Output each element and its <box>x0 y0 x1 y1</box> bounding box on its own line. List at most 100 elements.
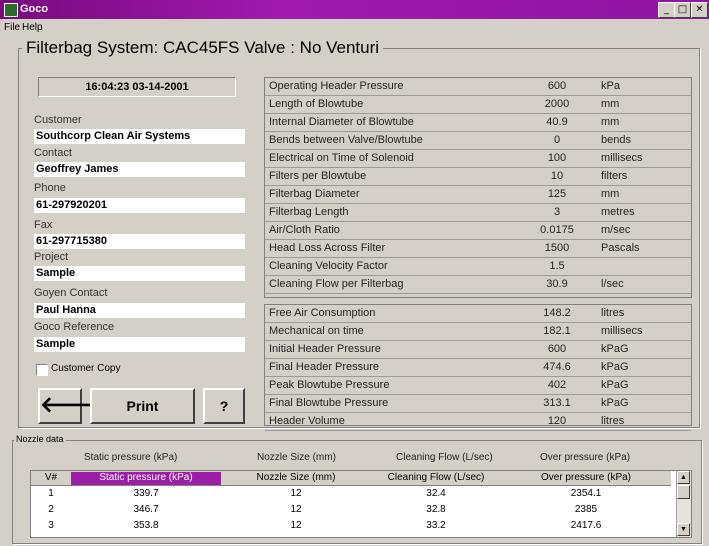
nozzle-cell[interactable]: 339.7 <box>71 488 221 499</box>
param-unit: mm <box>601 98 620 110</box>
param-row: Operating Header Pressure 600 kPa <box>265 79 691 96</box>
checkbox-box[interactable] <box>36 364 48 376</box>
param-unit: m/sec <box>601 224 631 236</box>
goyen-contact-field[interactable]: Paul Hanna <box>34 303 245 318</box>
result-value: 402 <box>547 379 567 391</box>
result-value: 600 <box>547 343 567 355</box>
nozzle-cell[interactable]: 1 <box>31 488 71 499</box>
nozzle-cell[interactable]: 2417.6 <box>501 520 671 531</box>
phone-label: Phone <box>34 182 66 194</box>
param-unit: mm <box>601 188 620 200</box>
result-row: Header Volume 120 litres <box>265 414 691 431</box>
page-title: Filterbag System: CAC45FS Valve : No Ven… <box>22 38 384 58</box>
print-button[interactable]: Print <box>90 388 195 424</box>
param-name: Operating Header Pressure <box>269 80 404 92</box>
nozzle-cell[interactable]: 32.4 <box>371 488 501 499</box>
goco-reference-label: Goco Reference <box>34 321 115 333</box>
param-row: Head Loss Across Filter 1500 Pascals <box>265 241 691 258</box>
fax-label: Fax <box>34 219 53 231</box>
param-name: Filterbag Length <box>269 206 349 218</box>
nozzle-grid[interactable]: V# Static pressure (kPa) Nozzle Size (mm… <box>30 470 692 538</box>
scroll-thumb[interactable] <box>677 485 690 499</box>
param-value: 1.5 <box>549 260 565 272</box>
nozzle-cell[interactable]: 353.8 <box>71 520 221 531</box>
nozzle-cell[interactable]: 2385 <box>501 504 671 515</box>
result-name: Free Air Consumption <box>269 307 376 319</box>
project-field[interactable]: Sample <box>34 266 245 281</box>
menu-file[interactable]: File <box>4 22 20 33</box>
help-button[interactable]: ? <box>203 388 245 424</box>
param-unit: millisecs <box>601 152 643 164</box>
nozzle-cell[interactable]: 3 <box>31 520 71 531</box>
nozzle-cell[interactable]: 12 <box>221 488 371 499</box>
grid-header-static[interactable]: Static pressure (kPa) <box>71 472 221 485</box>
scroll-down-icon[interactable]: ▼ <box>677 523 690 536</box>
param-value: 0.0175 <box>540 224 574 236</box>
result-unit: litres <box>601 307 625 319</box>
nozzle-cell[interactable]: 12 <box>221 520 371 531</box>
maximize-button[interactable]: □ <box>674 2 691 18</box>
menu-help[interactable]: Help <box>22 22 43 33</box>
param-row: Filterbag Length 3 metres <box>265 205 691 222</box>
grid-header-vnum[interactable]: V# <box>31 472 71 483</box>
param-row: Air/Cloth Ratio 0.0175 m/sec <box>265 223 691 240</box>
result-row: Peak Blowtube Pressure 402 kPaG <box>265 378 691 395</box>
nozzle-cell[interactable]: 32.8 <box>371 504 501 515</box>
nozzle-row[interactable]: 1 339.7 12 32.4 2354.1 <box>31 487 671 501</box>
result-value: 182.1 <box>543 325 571 337</box>
param-value: 30.9 <box>546 278 568 290</box>
datetime-display: 16:04:23 03-14-2001 <box>38 77 236 97</box>
customer-label: Customer <box>34 114 82 126</box>
param-name: Head Loss Across Filter <box>269 242 386 254</box>
nozzle-header-size: Nozzle Size (mm) <box>257 452 336 463</box>
title-bar: Goco _ □ ✕ <box>0 0 709 19</box>
minimize-button[interactable]: _ <box>658 2 675 18</box>
scroll-up-icon[interactable]: ▲ <box>677 471 690 484</box>
app-window: Goco _ □ ✕ File Help Filterbag System: C… <box>0 0 709 546</box>
param-unit: mm <box>601 116 620 128</box>
input-params-table: Operating Header Pressure 600 kPa Length of… <box>264 77 692 298</box>
goco-reference-field[interactable]: Sample <box>34 337 245 352</box>
param-row: Length of Blowtube 2000 mm <box>265 97 691 114</box>
param-name: Bends between Valve/Blowtube <box>269 134 423 146</box>
goyen-contact-label: Goyen Contact <box>34 287 108 299</box>
nozzle-data-label: Nozzle data <box>14 434 66 444</box>
result-name: Mechanical on time <box>269 325 364 337</box>
result-value: 148.2 <box>543 307 571 319</box>
param-name: Cleaning Velocity Factor <box>269 260 388 272</box>
result-name: Initial Header Pressure <box>269 343 381 355</box>
nozzle-cell[interactable]: 2354.1 <box>501 488 671 499</box>
customer-field[interactable]: Southcorp Clean Air Systems <box>34 129 245 144</box>
app-icon <box>4 3 18 17</box>
result-name: Peak Blowtube Pressure <box>269 379 390 391</box>
nozzle-cell[interactable]: 12 <box>221 504 371 515</box>
nozzle-cell[interactable]: 2 <box>31 504 71 515</box>
param-row: Electrical on Time of Solenoid 100 millise… <box>265 151 691 168</box>
param-value: 2000 <box>544 98 570 110</box>
nozzle-row[interactable]: 2 346.7 12 32.8 2385 <box>31 503 671 517</box>
param-name: Filters per Blowtube <box>269 170 367 182</box>
contact-field[interactable]: Geoffrey James <box>34 162 245 177</box>
nozzle-row[interactable]: 3 353.8 12 33.2 2417.6 <box>31 519 671 533</box>
result-unit: kPaG <box>601 361 629 373</box>
param-row: Cleaning Velocity Factor 1.5 <box>265 259 691 276</box>
nozzle-header-flow: Cleaning Flow (L/sec) <box>396 452 493 463</box>
param-value: 100 <box>547 152 567 164</box>
customer-copy-label: Customer Copy <box>51 363 121 374</box>
param-value: 10 <box>550 170 564 182</box>
nozzle-header-over: Over pressure (kPa) <box>540 452 631 463</box>
close-button[interactable]: ✕ <box>691 2 708 18</box>
nozzle-cell[interactable]: 346.7 <box>71 504 221 515</box>
back-button[interactable]: 🡐 <box>38 388 99 424</box>
phone-field[interactable]: 61-297920201 <box>34 198 245 213</box>
param-value: 1500 <box>544 242 570 254</box>
grid-header-over[interactable]: Over pressure (kPa) <box>501 472 671 483</box>
param-unit: kPa <box>601 80 620 92</box>
param-value: 40.9 <box>546 116 568 128</box>
grid-header-flow[interactable]: Cleaning Flow (L/sec) <box>371 472 501 483</box>
result-row: Initial Header Pressure 600 kPaG <box>265 342 691 359</box>
grid-header-size[interactable]: Nozzle Size (mm) <box>221 472 371 483</box>
fax-field[interactable]: 61-297715380 <box>34 234 245 249</box>
nozzle-cell[interactable]: 33.2 <box>371 520 501 531</box>
grid-scrollbar[interactable]: ▲ ▼ <box>676 471 691 537</box>
